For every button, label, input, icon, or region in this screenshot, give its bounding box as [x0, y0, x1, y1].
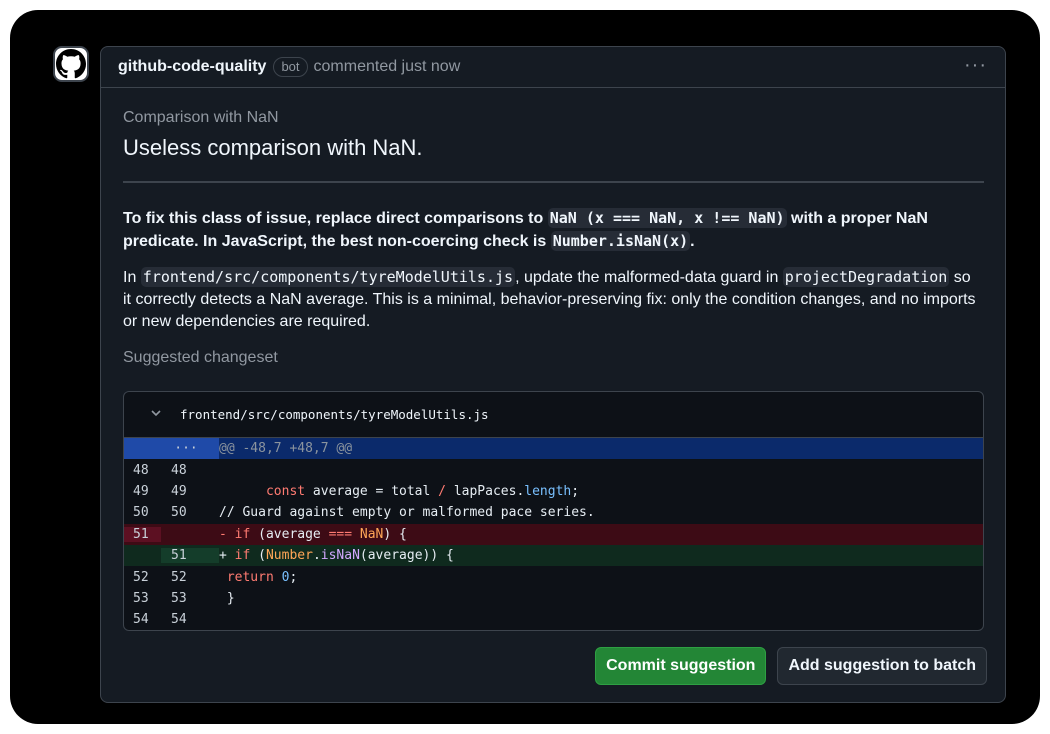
token: const: [265, 483, 306, 499]
bot-badge: bot: [273, 57, 308, 77]
change-description: In frontend/src/components/tyreModelUtil…: [123, 266, 983, 333]
diff-file-header: frontend/src/components/tyreModelUtils.j…: [124, 392, 983, 438]
token: if: [234, 526, 251, 542]
token: ;: [289, 569, 298, 585]
old-line-number[interactable]: 51: [124, 526, 161, 542]
new-line-number[interactable]: 51: [161, 548, 219, 564]
token: (average: [250, 526, 329, 542]
suggestion-actions: Commit suggestion Add suggestion to batc…: [595, 647, 987, 685]
old-line-number[interactable]: 48: [124, 463, 161, 478]
code-line: return 0;: [219, 570, 297, 585]
github-mark-icon: [56, 49, 86, 79]
token: ===: [328, 526, 353, 542]
inline-code: NaN (x === NaN, x !== NaN): [547, 208, 787, 228]
table-row: 52 52 return 0;: [124, 566, 983, 587]
token: +: [219, 548, 235, 564]
code-line: const average = total / lapPaces.length;: [219, 484, 579, 499]
table-row: 48 48: [124, 459, 983, 480]
chevron-down-icon[interactable]: [150, 407, 174, 422]
fix-description: To fix this class of issue, replace dire…: [123, 207, 983, 253]
code-line: + if (Number.isNaN(average)) {: [219, 548, 454, 563]
rule-title: Useless comparison with NaN.: [123, 135, 423, 160]
token: if: [234, 548, 251, 564]
text: , update the malformed-data guard in: [515, 269, 783, 286]
token: ;: [571, 483, 580, 499]
comment-header: github-code-quality bot commented just n…: [101, 47, 1005, 88]
inline-code: projectDegradation: [782, 267, 950, 287]
token: Number: [265, 548, 313, 564]
new-line-number[interactable]: 54: [161, 612, 219, 627]
added-row: 51 + if (Number.isNaN(average)) {: [124, 544, 983, 567]
text: To fix this class of issue, replace dire…: [123, 210, 548, 227]
token: -: [219, 526, 235, 542]
token: return: [226, 569, 274, 585]
add-to-batch-button[interactable]: Add suggestion to batch: [777, 647, 987, 685]
divider: [123, 181, 984, 183]
old-line-number[interactable]: 49: [124, 484, 161, 499]
rule-id: Comparison with NaN: [123, 109, 279, 126]
inline-code: Number.isNaN(x): [550, 231, 691, 251]
window-frame: github-code-quality bot commented just n…: [10, 10, 1040, 724]
kebab-horizontal-icon[interactable]: ···: [964, 55, 987, 75]
deleted-row: 51 - if (average === NaN) {: [124, 523, 983, 545]
old-line-number[interactable]: 50: [124, 505, 161, 520]
diff-file-path[interactable]: frontend/src/components/tyreModelUtils.j…: [180, 407, 489, 422]
table-row: 50 50 // Guard against empty or malforme…: [124, 502, 983, 523]
new-line-number[interactable]: 48: [161, 463, 219, 478]
new-line-number[interactable]: 49: [161, 484, 219, 499]
token: average = total: [305, 483, 439, 499]
old-line-number[interactable]: 54: [124, 612, 161, 627]
token: (: [250, 548, 266, 564]
commit-suggestion-button[interactable]: Commit suggestion: [595, 647, 767, 685]
token: isNaN: [320, 548, 360, 564]
inline-code: frontend/src/components/tyreModelUtils.j…: [140, 267, 516, 287]
comment-author[interactable]: github-code-quality: [118, 58, 266, 76]
old-line-number[interactable]: 53: [124, 591, 161, 606]
token: .: [312, 548, 321, 564]
token: lapPaces.: [446, 483, 525, 499]
comment-timestamp: commented just now: [313, 58, 461, 75]
code-line: }: [219, 590, 235, 606]
comment-body: Comparison with NaN Useless comparison w…: [101, 109, 1005, 631]
avatar[interactable]: [53, 46, 89, 82]
changeset-label: Suggested changeset: [123, 349, 278, 366]
hunk-header-row: ··· @@ -48,7 +48,7 @@: [124, 438, 983, 460]
suggested-diff: frontend/src/components/tyreModelUtils.j…: [123, 391, 984, 631]
review-comment-card: github-code-quality bot commented just n…: [100, 46, 1006, 703]
token: ) {: [383, 526, 407, 542]
hunk-gutter: [124, 438, 161, 460]
table-row: 53 53 }: [124, 588, 983, 609]
new-line-number[interactable]: 53: [161, 591, 219, 606]
token: (average)) {: [359, 548, 454, 564]
token: NaN: [359, 526, 384, 542]
code-line: // Guard against empty or malformed pace…: [219, 505, 595, 521]
code-line: - if (average === NaN) {: [219, 527, 407, 542]
text: .: [690, 233, 695, 250]
token: /: [438, 483, 446, 499]
text: In: [123, 269, 141, 286]
table-row: 49 49 const average = total / lapPaces.l…: [124, 481, 983, 502]
old-line-number[interactable]: 52: [124, 570, 161, 585]
hunk-header: @@ -48,7 +48,7 @@: [219, 441, 353, 457]
table-row: 54 54: [124, 609, 983, 630]
expand-hunk-button[interactable]: ···: [161, 438, 219, 460]
token: length: [524, 483, 572, 499]
new-line-number[interactable]: 52: [161, 570, 219, 585]
new-line-number[interactable]: 50: [161, 505, 219, 520]
